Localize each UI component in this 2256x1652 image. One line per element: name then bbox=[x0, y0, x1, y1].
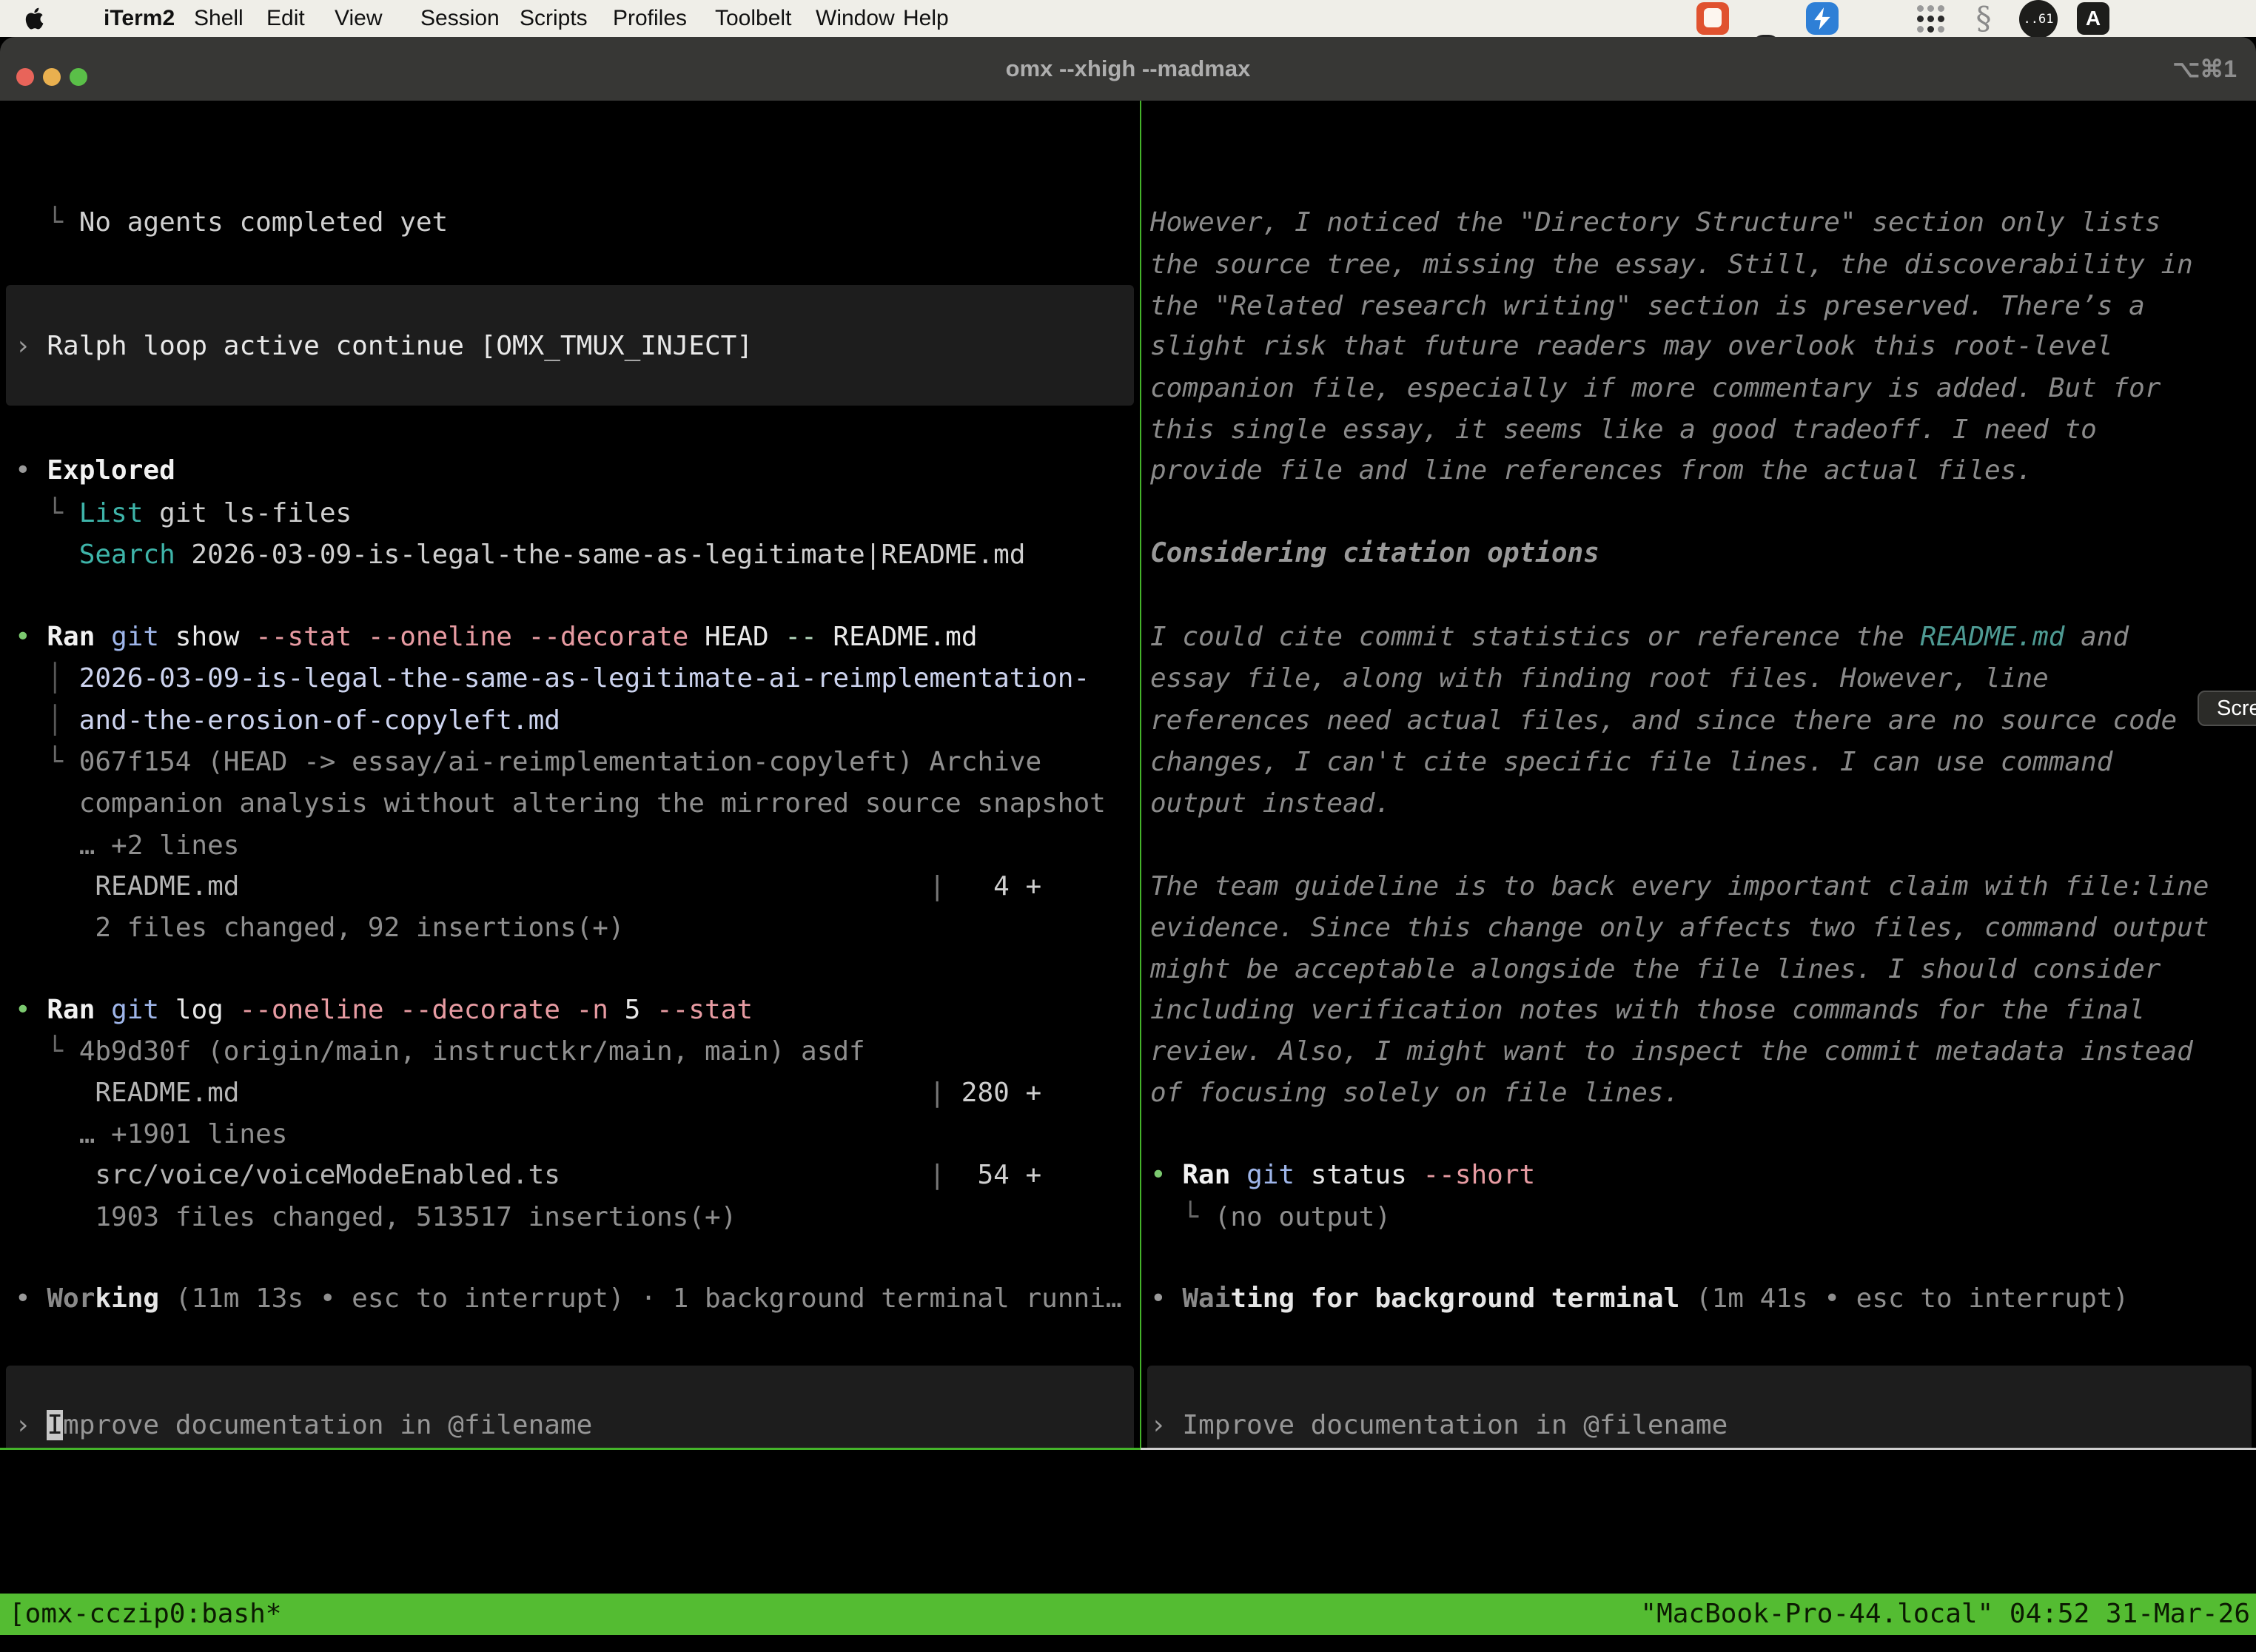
terminal-content: └ No agents completed yet › Ralph loop ac… bbox=[0, 101, 2256, 1652]
terminal-line: … +1901 lines bbox=[15, 1114, 287, 1155]
terminal-line: 1903 files changed, 513517 insertions(+) bbox=[15, 1197, 736, 1238]
menu-status-icons: § ..61 A bbox=[2220, 0, 2256, 37]
terminal-line: references need actual files, and since … bbox=[1150, 700, 2177, 742]
menu-item-edit[interactable]: Edit bbox=[266, 0, 305, 37]
working-status-line: • Working (11m 13s • esc to interrupt) ·… bbox=[15, 1278, 1122, 1320]
terminal-line: └ 067f154 (HEAD -> essay/ai-reimplementa… bbox=[15, 742, 1041, 783]
terminal-line: evidence. Since this change only affects… bbox=[1150, 907, 2209, 949]
terminal-line: • Explored bbox=[15, 450, 175, 491]
thinking-heading: Considering citation options bbox=[1150, 533, 1599, 574]
window-shortcut-badge: ⌥⌘1 bbox=[2172, 37, 2237, 101]
tmux-pane-right[interactable]: However, I noticed the "Directory Struct… bbox=[1141, 101, 2256, 1448]
waiting-status-line: • Waiting for background terminal (1m 41… bbox=[1150, 1278, 2129, 1320]
terminal-line: this single essay, it seems like a good … bbox=[1150, 409, 2097, 451]
tmux-status-bar: [omx-cczip0:bash* "MacBook-Pro-44.local"… bbox=[0, 1594, 2256, 1635]
menu-item-scripts[interactable]: Scripts bbox=[520, 0, 588, 37]
terminal-line: │ and-the-erosion-of-copyleft.md bbox=[15, 700, 560, 742]
menu-item-view[interactable]: View bbox=[335, 0, 382, 37]
menu-item-help[interactable]: Help bbox=[903, 0, 949, 37]
terminal-line: However, I noticed the "Directory Struct… bbox=[1150, 202, 2161, 244]
terminal-line: the source tree, missing the essay. Stil… bbox=[1150, 244, 2193, 286]
tmux-window-name[interactable]: [omx-cczip0:bash* bbox=[9, 1594, 281, 1635]
prompt-input-line: › Improve documentation in @filename bbox=[15, 1405, 592, 1446]
percent-61-icon[interactable]: ..61 bbox=[2019, 0, 2058, 38]
squiggle-icon[interactable]: § bbox=[1967, 2, 2000, 35]
terminal-line: src/voice/voiceModeEnabled.ts | 54 + bbox=[15, 1155, 1041, 1196]
menu-item-toolbelt[interactable]: Toolbelt bbox=[715, 0, 791, 37]
window-title: omx --xhigh --madmax bbox=[0, 37, 2256, 101]
screen: { "menu_bar": { "items": [ {"label":"iTe… bbox=[0, 0, 2256, 1652]
terminal-line: The team guideline is to back every impo… bbox=[1150, 866, 2209, 907]
terminal-line: might be acceptable alongside the file l… bbox=[1150, 949, 2161, 990]
terminal-line: README.md | 280 + bbox=[15, 1072, 1041, 1114]
terminal-line: README.md | 4 + bbox=[15, 866, 1041, 907]
ralph-loop-input-line: › Ralph loop active continue [OMX_TMUX_I… bbox=[15, 326, 753, 367]
prompt-input-line: › Improve documentation in @filename bbox=[1150, 1405, 1728, 1446]
terminal-line: Search 2026-03-09-is-legal-the-same-as-l… bbox=[15, 534, 1025, 576]
dots-grid-icon[interactable] bbox=[1914, 2, 1947, 35]
screen-overlay-badge[interactable]: Scre bbox=[2198, 691, 2256, 726]
terminal-line: … +2 lines bbox=[15, 825, 239, 867]
terminal-line: • Ran git log --oneline --decorate -n 5 … bbox=[15, 990, 753, 1031]
menu-item-profiles[interactable]: Profiles bbox=[613, 0, 687, 37]
terminal-line: └ (no output) bbox=[1150, 1197, 1391, 1238]
menu-item-window[interactable]: Window bbox=[816, 0, 895, 37]
a-key-icon[interactable]: A bbox=[2077, 2, 2109, 35]
terminal-line: • Ran git status --short bbox=[1150, 1155, 1535, 1196]
menu-item-iterm2[interactable]: iTerm2 bbox=[104, 0, 175, 37]
lightning-hexagon-icon[interactable] bbox=[1806, 2, 1839, 35]
terminal-line: essay file, along with finding root file… bbox=[1150, 658, 2049, 699]
chat-app-icon[interactable] bbox=[1696, 2, 1729, 35]
terminal-line: └ List git ls-files bbox=[15, 493, 352, 534]
terminal-line: I could cite commit statistics or refere… bbox=[1150, 617, 2129, 658]
terminal-line: 2 files changed, 92 insertions(+) bbox=[15, 907, 625, 949]
terminal-line: └ No agents completed yet bbox=[15, 202, 448, 244]
terminal-line: slight risk that future readers may over… bbox=[1150, 326, 2112, 367]
terminal-line: companion analysis without altering the … bbox=[15, 783, 1106, 825]
terminal-line: output instead. bbox=[1150, 783, 1391, 825]
terminal-line: including verification notes with those … bbox=[1150, 990, 2145, 1031]
terminal-line: │ 2026-03-09-is-legal-the-same-as-legiti… bbox=[15, 658, 1090, 699]
macos-menu-bar: iTerm2 Shell Edit View Session Scripts Profile… bbox=[0, 0, 2256, 37]
tmux-pane-left[interactable]: └ No agents completed yet › Ralph loop ac… bbox=[0, 101, 1140, 1448]
apple-logo-icon[interactable] bbox=[22, 5, 49, 32]
terminal-line: review. Also, I might want to inspect th… bbox=[1150, 1031, 2193, 1072]
menu-item-session[interactable]: Session bbox=[420, 0, 500, 37]
terminal-line: the "Related research writing" section i… bbox=[1150, 286, 2145, 327]
window-title-bar: omx --xhigh --madmax ⌥⌘1 bbox=[0, 37, 2256, 101]
menu-item-shell[interactable]: Shell bbox=[194, 0, 244, 37]
terminal-line: provide file and line references from th… bbox=[1150, 450, 2032, 491]
terminal-line: companion file, especially if more comme… bbox=[1150, 368, 2161, 409]
terminal-line: changes, I can't cite specific file line… bbox=[1150, 742, 2112, 783]
terminal-line: └ 4b9d30f (origin/main, instructkr/main,… bbox=[15, 1031, 865, 1072]
tmux-host-clock: "MacBook-Pro-44.local" 04:52 31-Mar-26 bbox=[1640, 1594, 2250, 1635]
pane-divider[interactable] bbox=[1140, 101, 1141, 1449]
terminal-line: • Ran git show --stat --oneline --decora… bbox=[15, 617, 978, 658]
terminal-line: of focusing solely on file lines. bbox=[1150, 1072, 1679, 1114]
